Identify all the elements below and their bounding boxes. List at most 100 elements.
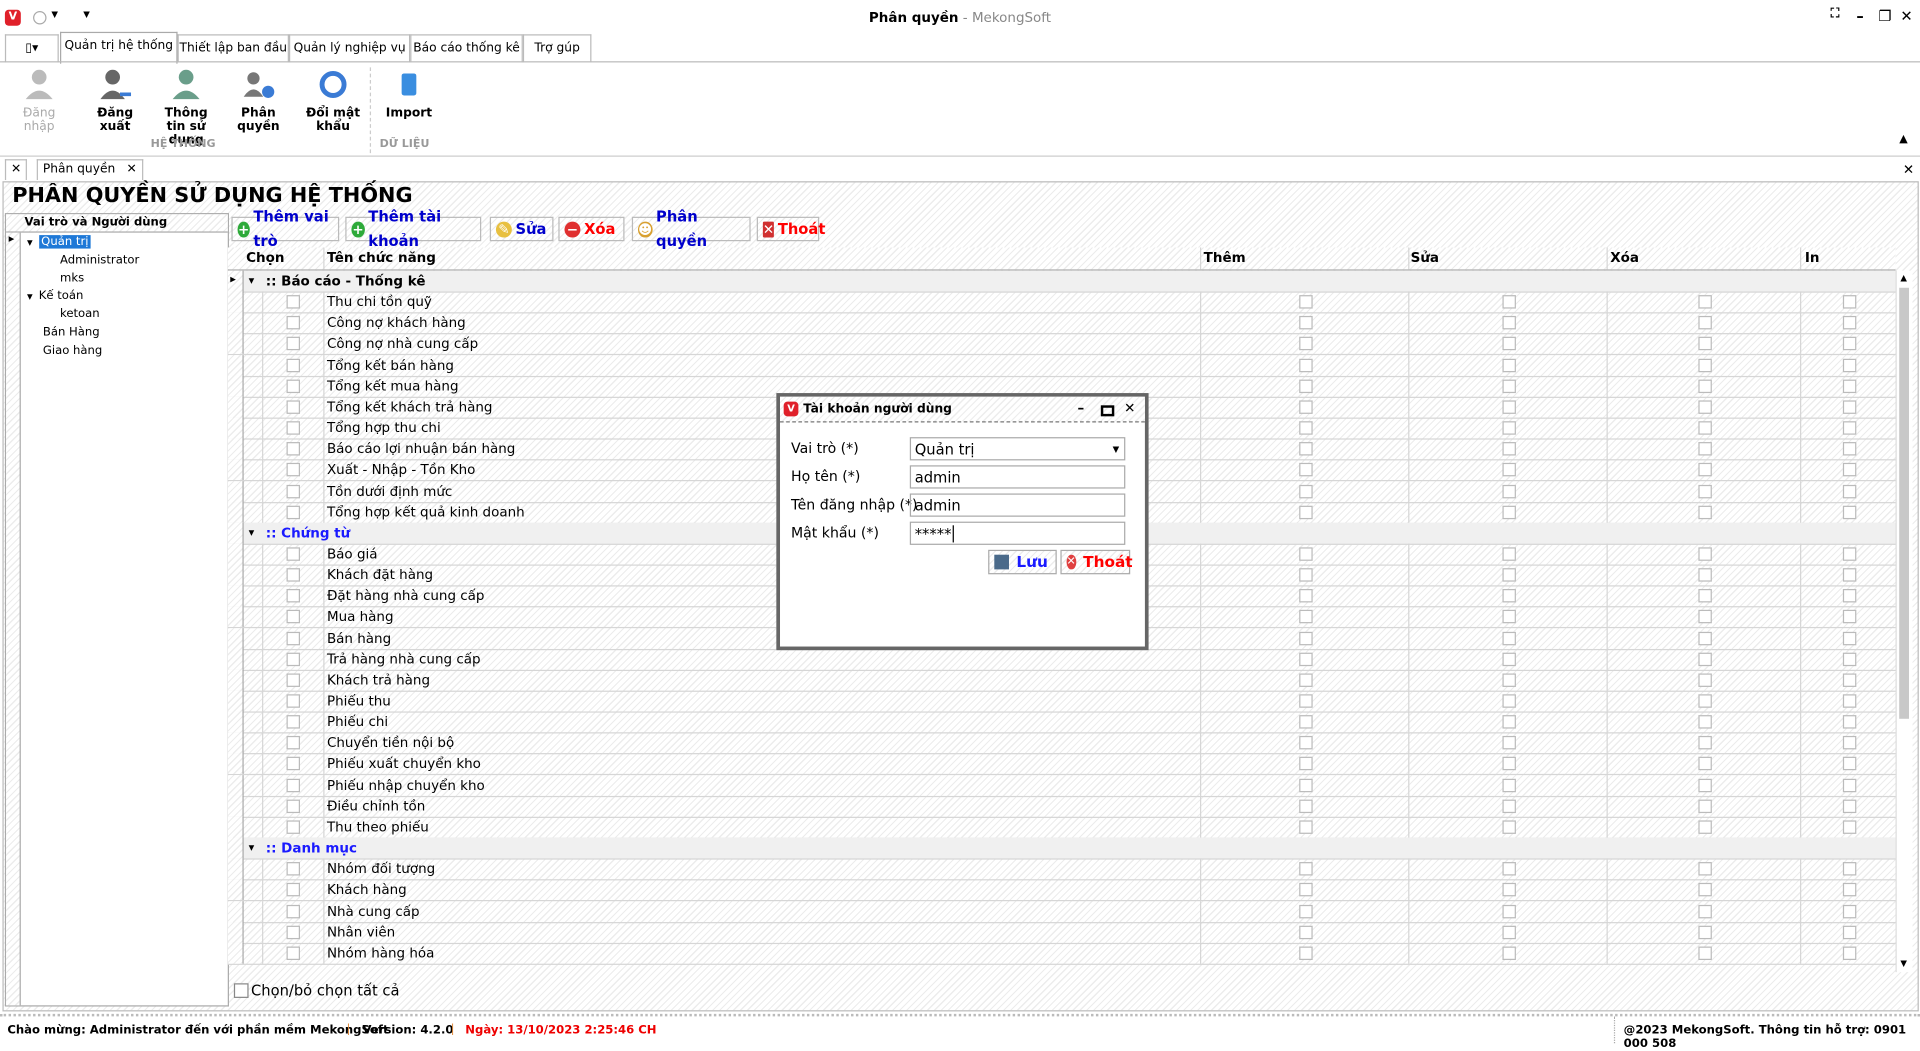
restore-button[interactable]: ❐ (1878, 7, 1891, 24)
xoa-checkbox[interactable] (1698, 883, 1712, 897)
scroll-thumb[interactable] (1899, 287, 1909, 719)
in-checkbox[interactable] (1842, 589, 1857, 603)
ten-dang-nhap-input[interactable]: admin (909, 493, 1126, 517)
them-checkbox[interactable] (1299, 337, 1313, 351)
sua-checkbox[interactable] (1502, 652, 1516, 666)
them-checkbox[interactable] (1299, 484, 1313, 498)
them-checkbox[interactable] (1299, 673, 1313, 687)
ho-ten-input[interactable]: admin (909, 465, 1126, 489)
chon-checkbox[interactable] (286, 379, 301, 393)
ribbon-menu-button[interactable]: ▯▾ (4, 34, 59, 63)
them-checkbox[interactable] (1299, 589, 1313, 603)
in-checkbox[interactable] (1842, 631, 1857, 645)
sua-checkbox[interactable] (1502, 904, 1516, 918)
chon-checkbox[interactable] (286, 400, 301, 414)
chon-checkbox[interactable] (286, 799, 301, 813)
tab-bao-cao-thong-ke[interactable]: Báo cáo thống kê (410, 34, 523, 63)
them-checkbox[interactable] (1299, 946, 1313, 960)
in-checkbox[interactable] (1842, 400, 1857, 414)
scroll-down-arrow-icon[interactable]: ▼ (1900, 959, 1907, 969)
in-checkbox[interactable] (1842, 946, 1857, 960)
xoa-checkbox[interactable] (1698, 505, 1712, 519)
sua-checkbox[interactable] (1502, 295, 1516, 309)
tree-item[interactable]: ▼ Quản trị (27, 235, 91, 249)
them-checkbox[interactable] (1299, 505, 1313, 519)
xoa-checkbox[interactable] (1698, 904, 1712, 918)
toolbar-button-4[interactable]: ☻ Phân quyền (631, 208, 751, 250)
xoa-checkbox[interactable] (1698, 316, 1712, 330)
tree-item[interactable]: ▼ Kế toán (27, 289, 83, 302)
doc-tab-close-icon[interactable]: ✕ (126, 163, 136, 176)
in-checkbox[interactable] (1842, 484, 1857, 498)
chon-checkbox[interactable] (286, 883, 301, 897)
tree-item[interactable]: mks (60, 271, 84, 284)
xoa-checkbox[interactable] (1698, 652, 1712, 666)
them-checkbox[interactable] (1299, 316, 1313, 330)
select-all-checkbox[interactable] (233, 983, 249, 998)
chon-checkbox[interactable] (286, 778, 301, 792)
xoa-checkbox[interactable] (1698, 673, 1712, 687)
vai-tro-select[interactable]: Quản trị ▼ (909, 437, 1126, 461)
sua-checkbox[interactable] (1502, 316, 1516, 330)
chon-checkbox[interactable] (286, 610, 301, 624)
tree-item[interactable]: Giao hàng (27, 344, 102, 357)
sua-checkbox[interactable] (1502, 442, 1516, 456)
sua-checkbox[interactable] (1502, 715, 1516, 729)
tree-item[interactable]: Administrator (60, 253, 139, 266)
in-checkbox[interactable] (1842, 358, 1857, 372)
them-checkbox[interactable] (1299, 862, 1313, 876)
close-all-tabs-button[interactable]: ✕ (4, 159, 28, 181)
them-checkbox[interactable] (1299, 820, 1313, 834)
xoa-checkbox[interactable] (1698, 946, 1712, 960)
col-them[interactable]: Thêm (1204, 250, 1246, 266)
sua-checkbox[interactable] (1502, 694, 1516, 708)
chon-checkbox[interactable] (286, 358, 301, 372)
tree-item[interactable]: ketoan (60, 308, 100, 321)
minimize-button[interactable]: – (1856, 7, 1863, 24)
xoa-checkbox[interactable] (1698, 589, 1712, 603)
them-checkbox[interactable] (1299, 442, 1313, 456)
xoa-checkbox[interactable] (1698, 358, 1712, 372)
phan-quyen-button[interactable]: Phân quyền (223, 67, 294, 133)
them-checkbox[interactable] (1299, 799, 1313, 813)
chon-checkbox[interactable] (286, 925, 301, 939)
expand-arrow-icon[interactable]: ▼ (27, 239, 33, 248)
chon-checkbox[interactable] (286, 568, 301, 582)
sua-checkbox[interactable] (1502, 673, 1516, 687)
in-checkbox[interactable] (1842, 883, 1857, 897)
mat-khau-input[interactable]: ***** (909, 521, 1126, 545)
toolbar-button-0[interactable]: + Thêm vai trò (231, 208, 340, 250)
thong-tin-su-dung-button[interactable]: Thông tin sử dụng (154, 67, 218, 147)
chon-checkbox[interactable] (286, 547, 301, 561)
tree-item[interactable]: Bán Hàng (27, 326, 100, 339)
xoa-checkbox[interactable] (1698, 295, 1712, 309)
group-row[interactable]: ▶▶▼:: Báo cáo - Thống kê (227, 270, 1896, 293)
tab-quan-tri-he-thong[interactable]: Quản trị hệ thống (60, 31, 178, 64)
tab-quan-ly-nghiep-vu[interactable]: Quản lý nghiệp vụ (288, 34, 411, 63)
collapse-arrow-icon[interactable]: ▼ (249, 529, 255, 538)
sua-checkbox[interactable] (1502, 463, 1516, 477)
close-document-button[interactable]: ✕ (1903, 162, 1914, 178)
them-checkbox[interactable] (1299, 631, 1313, 645)
them-checkbox[interactable] (1299, 547, 1313, 561)
toolbar-button-3[interactable]: − Xóa (558, 216, 625, 242)
chon-checkbox[interactable] (286, 442, 301, 456)
col-sua[interactable]: Sửa (1411, 250, 1439, 266)
them-checkbox[interactable] (1299, 379, 1313, 393)
them-checkbox[interactable] (1299, 568, 1313, 582)
col-xoa[interactable]: Xóa (1610, 250, 1639, 266)
chon-checkbox[interactable] (286, 589, 301, 603)
chon-checkbox[interactable] (286, 946, 301, 960)
sua-checkbox[interactable] (1502, 925, 1516, 939)
in-checkbox[interactable] (1842, 862, 1857, 876)
dang-nhap-button[interactable]: Đăng nhập (7, 67, 71, 133)
sua-checkbox[interactable] (1502, 568, 1516, 582)
collapse-arrow-icon[interactable]: ▼ (249, 277, 255, 286)
doc-tab-phan-quyen[interactable]: Phân quyền ✕ (36, 159, 143, 181)
col-in[interactable]: In (1805, 250, 1820, 266)
chon-checkbox[interactable] (286, 652, 301, 666)
tab-tro-giup[interactable]: Trợ gúp (522, 34, 592, 63)
chon-checkbox[interactable] (286, 736, 301, 750)
select-all-label[interactable]: Chọn/bỏ chọn tất cả (251, 982, 399, 999)
xoa-checkbox[interactable] (1698, 925, 1712, 939)
